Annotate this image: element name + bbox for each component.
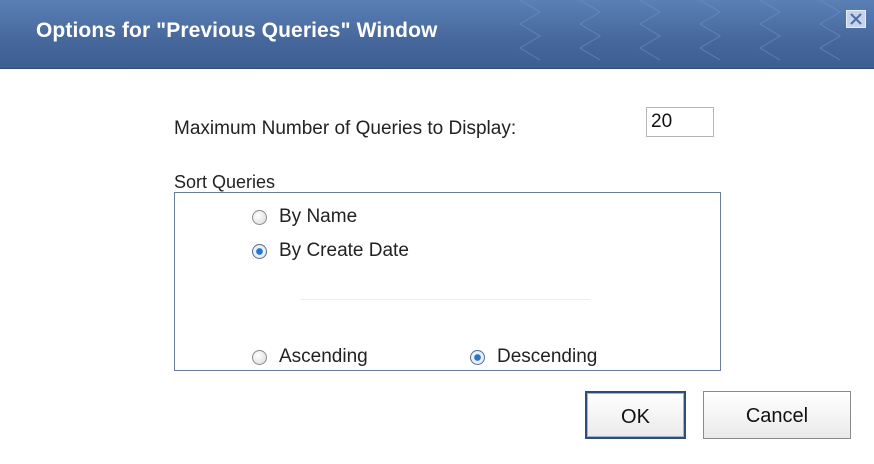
close-icon[interactable]	[846, 10, 866, 28]
dialog-title: Options for "Previous Queries" Window	[36, 19, 438, 42]
options-dialog: Options for "Previous Queries" Window Ma…	[0, 0, 874, 464]
radio-by-name-button[interactable]	[252, 209, 267, 225]
divider	[300, 299, 590, 300]
radio-descending[interactable]: Descending	[470, 346, 597, 368]
radio-by-create-date-label: By Create Date	[279, 240, 409, 261]
radio-by-create-date-button[interactable]	[252, 243, 267, 259]
sort-queries-heading: Sort Queries	[174, 172, 276, 192]
radio-ascending[interactable]: Ascending	[252, 346, 368, 368]
dialog-titlebar[interactable]: Options for "Previous Queries" Window	[0, 0, 874, 69]
max-queries-label: Maximum Number of Queries to Display:	[174, 118, 517, 139]
radio-by-create-date[interactable]: By Create Date	[252, 240, 409, 262]
radio-by-name[interactable]: By Name	[252, 206, 357, 228]
radio-descending-label: Descending	[497, 346, 598, 367]
radio-ascending-label: Ascending	[279, 346, 368, 367]
max-queries-input[interactable]	[646, 107, 714, 137]
radio-by-name-label: By Name	[279, 206, 358, 227]
ok-button[interactable]: OK	[585, 391, 686, 439]
radio-ascending-button[interactable]	[252, 349, 267, 365]
cancel-button[interactable]: Cancel	[703, 391, 851, 439]
radio-descending-button[interactable]	[470, 349, 485, 365]
